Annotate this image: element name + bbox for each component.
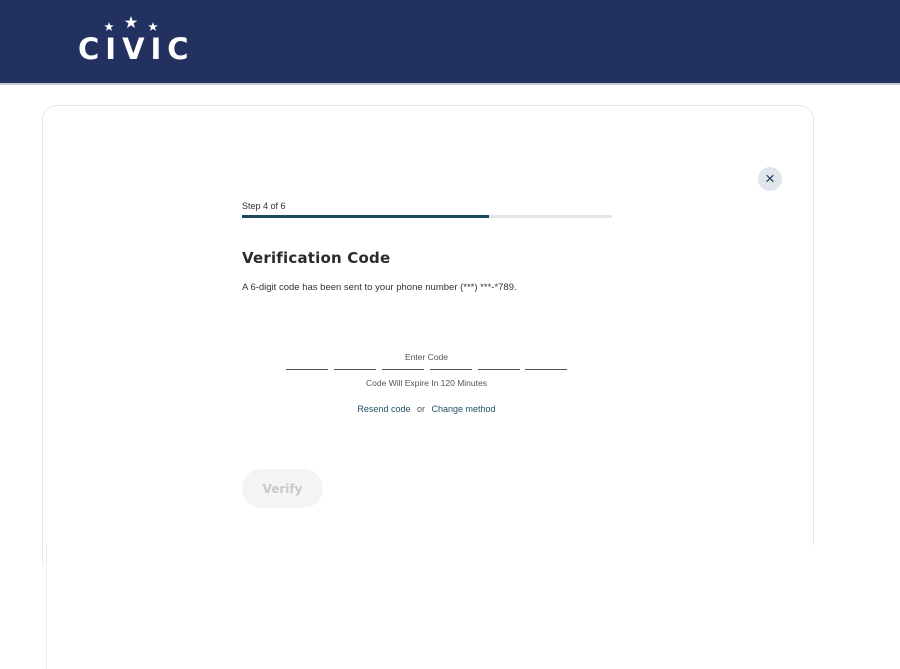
code-digit-2[interactable] <box>334 364 376 370</box>
registered-mark: ® <box>182 38 187 44</box>
code-digit-6[interactable] <box>525 364 567 370</box>
progress-bar <box>242 215 612 218</box>
code-expire-text: Code Will Expire In 120 Minutes <box>366 378 487 388</box>
progress-bar-fill <box>242 215 489 218</box>
verify-button[interactable]: Verify <box>242 469 323 508</box>
logo-text: CIVIC <box>78 32 195 66</box>
or-separator: or <box>416 404 425 414</box>
step-label: Step 4 of 6 <box>242 201 286 211</box>
resend-code-link[interactable]: Resend code <box>357 404 410 414</box>
code-options: Resend code or Change method <box>286 404 567 414</box>
code-digit-4[interactable] <box>430 364 472 370</box>
change-method-link[interactable]: Change method <box>432 404 496 414</box>
code-digit-1[interactable] <box>286 364 328 370</box>
close-icon: × <box>765 169 775 188</box>
civic-logo[interactable]: CIVIC ® <box>78 14 190 66</box>
code-digit-3[interactable] <box>382 364 424 370</box>
close-button[interactable]: × <box>758 167 782 191</box>
card-cutoff-area <box>46 545 900 669</box>
code-digit-5[interactable] <box>478 364 520 370</box>
site-header: CIVIC ® <box>0 0 900 85</box>
enter-code-label: Enter Code <box>405 352 448 362</box>
code-input-group <box>286 364 567 370</box>
code-sent-message: A 6-digit code has been sent to your pho… <box>242 282 517 293</box>
page-title: Verification Code <box>242 249 391 267</box>
verification-card <box>42 105 814 566</box>
